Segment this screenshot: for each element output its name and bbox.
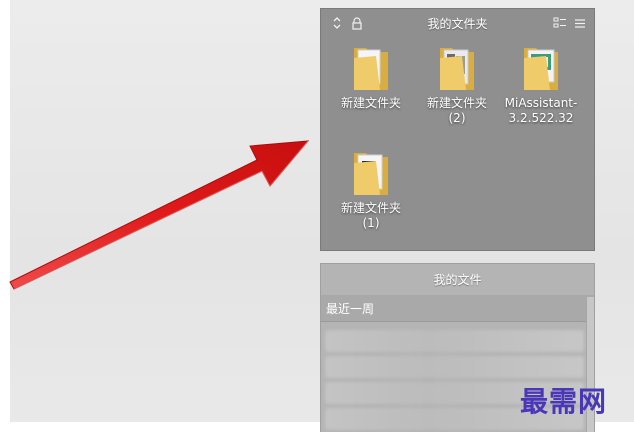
blurred-file-row[interactable] [325, 330, 584, 352]
view-mode-icon[interactable] [552, 15, 568, 31]
files-fence-titlebar[interactable]: 我的文件 [321, 264, 594, 296]
folder-fence-icons: 新建文件夹 新建文件夹 (2) MiAssistant-3.2.522.32 新… [321, 37, 594, 251]
folder-icon [440, 48, 474, 90]
section-label: 最近一周 [326, 302, 375, 316]
folder-fence-title: 我的文件夹 [427, 16, 488, 31]
desktop-folder-new-2[interactable]: 新建文件夹 (2) [417, 42, 497, 126]
watermark-logo: 最需网 [520, 385, 608, 418]
folder-fence-titlebar[interactable]: 我的文件夹 [321, 9, 594, 37]
files-fence-title: 我的文件 [433, 273, 482, 287]
desktop-icon-label: MiAssistant-3.2.522.32 [504, 96, 578, 125]
recent-week-section-header[interactable]: 最近一周 [321, 296, 594, 322]
blurred-file-row[interactable] [325, 356, 584, 378]
desktop-folder-new-1[interactable]: 新建文件夹 (1) [331, 147, 411, 231]
collapse-icon[interactable] [329, 15, 345, 31]
desktop-folder-new[interactable]: 新建文件夹 [331, 42, 411, 111]
desktop-folder-miassistant[interactable]: MiAssistant-3.2.522.32 [501, 42, 581, 126]
folder-fence[interactable]: 我的文件夹 新建文件夹 新建文件夹 (2) MiAssistant-3.2.52… [320, 8, 595, 251]
desktop-icon-label: 新建文件夹 (1) [340, 201, 401, 230]
menu-icon[interactable] [572, 15, 588, 31]
folder-icon [354, 153, 388, 195]
page-left-edge [0, 0, 10, 432]
folder-icon [354, 48, 388, 90]
folder-icon [524, 48, 558, 90]
lock-icon[interactable] [349, 15, 365, 31]
desktop-icon-label: 新建文件夹 (2) [426, 96, 487, 125]
desktop-icon-label: 新建文件夹 [340, 96, 401, 110]
